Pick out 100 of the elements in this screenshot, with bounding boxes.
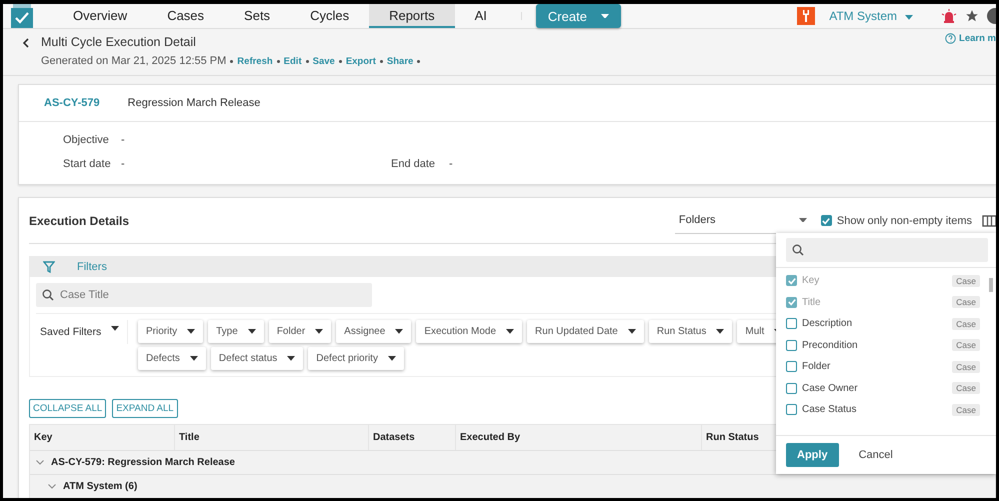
type-tag: Case <box>952 360 980 372</box>
caret-icon <box>315 329 324 334</box>
caret-icon <box>190 356 198 361</box>
option-label: Case Owner <box>802 382 859 394</box>
column-option[interactable]: Folder Case <box>786 359 980 374</box>
type-tag: Case <box>952 296 980 308</box>
project-selector[interactable]: ATM System <box>829 9 897 23</box>
nav-tab[interactable]: Cases <box>147 4 224 28</box>
field-label: Objective <box>63 134 110 146</box>
field-value: - <box>449 158 454 170</box>
generated-date: Generated on Mar 21, 2025 12:55 PM <box>41 55 226 67</box>
filter-dropdown[interactable]: Run Updated Date <box>527 320 644 343</box>
separator-dot-icon <box>306 60 309 62</box>
caret-icon <box>248 329 256 334</box>
filter-dropdown[interactable]: Folder <box>268 320 332 343</box>
filter-dropdown[interactable]: Defects <box>138 347 206 370</box>
group-label: ATM System (6) <box>63 481 138 492</box>
section-title: Execution Details <box>29 214 130 228</box>
column-search-field[interactable] <box>786 238 988 262</box>
type-tag: Case <box>952 382 980 394</box>
filter-dropdown[interactable]: Priority <box>138 320 204 343</box>
caret-icon <box>395 329 404 334</box>
checkbox[interactable] <box>786 340 797 350</box>
nav-tab[interactable]: Reports <box>369 4 455 28</box>
separator-dot-icon <box>380 60 383 62</box>
option-label: Folder <box>802 361 832 372</box>
expand-all-button[interactable]: EXPAND ALL <box>112 399 178 418</box>
option-label: Case Status <box>802 404 858 415</box>
filter-dropdown[interactable]: Defect priority <box>308 347 404 370</box>
filter-dropdown[interactable]: Defect status <box>210 347 304 370</box>
type-tag: Case <box>952 404 980 416</box>
apply-button[interactable]: Apply <box>786 443 839 467</box>
option-label: Key <box>802 275 820 286</box>
back-icon[interactable] <box>23 38 29 48</box>
field-label: End date <box>391 158 436 170</box>
nav-tab[interactable]: Sets <box>224 4 290 28</box>
column-header[interactable]: Datasets <box>369 425 456 450</box>
caret-icon <box>388 356 396 361</box>
chevron-icon[interactable] <box>36 460 44 465</box>
search-icon <box>792 244 804 256</box>
separator-dot-icon <box>417 60 420 62</box>
caret-icon <box>905 15 913 20</box>
column-header[interactable]: Key <box>30 425 175 450</box>
type-tag: Case <box>952 339 980 351</box>
help-icon <box>945 33 956 44</box>
caret-icon <box>798 218 807 222</box>
columns-icon[interactable] <box>982 214 996 226</box>
filter-dropdown[interactable]: Type <box>208 320 264 343</box>
caret-icon <box>600 14 609 18</box>
filter-dropdown[interactable]: Assignee <box>336 320 412 343</box>
scrollbar[interactable] <box>989 278 993 292</box>
column-option[interactable]: Case Owner Case <box>786 380 980 396</box>
field-value: - <box>121 134 126 146</box>
group-label: AS-CY-579: Regression March Release <box>51 457 235 468</box>
caret-icon <box>716 329 724 334</box>
saved-filters-dropdown[interactable]: Saved Filters <box>36 320 128 344</box>
nav-tab[interactable]: Cycles <box>290 4 370 28</box>
type-tag: Case <box>952 318 980 330</box>
filter-dropdown[interactable]: Run Status <box>648 320 732 343</box>
caret-icon <box>111 326 120 331</box>
checkbox[interactable] <box>820 215 832 226</box>
cycle-name: Regression March Release <box>128 97 260 109</box>
search-icon <box>42 289 54 301</box>
filter-dropdown[interactable]: Execution Mode <box>416 320 522 343</box>
column-header[interactable]: Executed By <box>456 425 702 450</box>
group-row[interactable]: ATM System (6) <box>30 475 995 498</box>
separator-dot-icon <box>276 60 280 62</box>
nav-tab[interactable]: AI <box>454 4 507 28</box>
option-label: Title <box>802 296 822 308</box>
cancel-button[interactable]: Cancel <box>852 448 899 462</box>
checkbox[interactable] <box>786 318 797 329</box>
caret-icon <box>628 329 636 334</box>
search-field[interactable]: Case Title <box>36 283 372 307</box>
checkbox[interactable] <box>786 361 797 372</box>
column-option[interactable]: Case Status Case <box>786 402 980 417</box>
column-header[interactable]: Title <box>175 425 369 450</box>
wrench-icon <box>797 7 816 25</box>
app-logo[interactable] <box>11 4 33 28</box>
nav-tab[interactable]: Overview <box>53 4 148 28</box>
checkbox[interactable] <box>786 382 797 394</box>
alarm-icon[interactable] <box>941 9 957 23</box>
create-button[interactable]: Create <box>536 4 621 28</box>
star-icon[interactable] <box>965 9 979 23</box>
field-value: - <box>121 158 126 170</box>
chevron-icon[interactable] <box>48 484 56 489</box>
column-option[interactable]: Description Case <box>786 316 980 331</box>
filter-icon[interactable] <box>43 260 55 272</box>
report-title: Multi Cycle Execution Detail <box>41 35 197 49</box>
help-icon[interactable] <box>987 8 996 24</box>
checkbox[interactable] <box>786 404 797 415</box>
option-label: Description <box>802 318 854 329</box>
field-label: Start date <box>63 158 112 170</box>
caret-icon <box>187 329 196 334</box>
column-option[interactable]: Precondition Case <box>786 338 980 352</box>
caret-icon <box>506 329 514 334</box>
collapse-all-button[interactable]: COLLAPSE ALL <box>29 399 106 418</box>
checkbox-label: Show only non-empty items <box>836 214 972 226</box>
cycle-key-link[interactable]: AS-CY-579 <box>44 97 100 109</box>
option-label: Precondition <box>802 340 859 350</box>
caret-icon <box>287 356 296 361</box>
